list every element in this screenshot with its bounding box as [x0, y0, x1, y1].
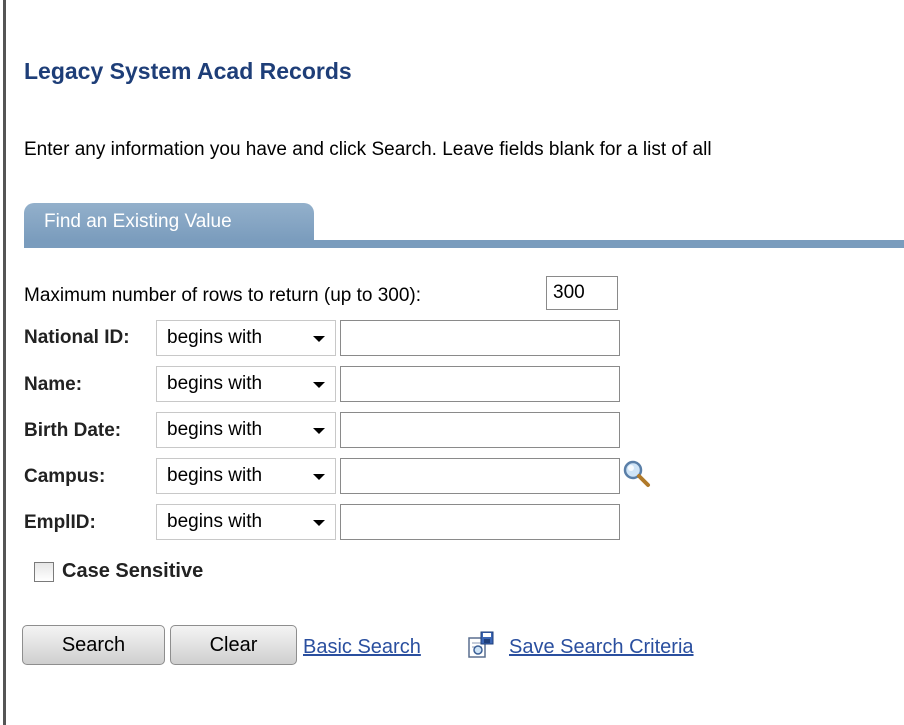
case-sensitive-label: Case Sensitive	[62, 560, 204, 582]
case-sensitive-checkbox[interactable]	[34, 562, 54, 582]
national-id-label: National ID:	[24, 327, 130, 348]
name-label: Name:	[24, 374, 83, 395]
page-title: Legacy System Acad Records	[24, 58, 352, 84]
campus-operator-value: begins with	[167, 465, 263, 486]
basic-search-link[interactable]: Basic Search	[303, 636, 421, 659]
chevron-down-icon	[313, 336, 325, 342]
national-id-input[interactable]	[340, 320, 620, 356]
national-id-operator-value: begins with	[167, 327, 263, 348]
search-button[interactable]: Search	[22, 625, 165, 665]
tab-underline	[24, 240, 904, 248]
emplid-input[interactable]	[340, 504, 620, 540]
max-rows-input[interactable]	[546, 276, 618, 310]
save-search-criteria-link[interactable]: Save Search Criteria	[509, 636, 694, 659]
birth-date-label: Birth Date:	[24, 420, 122, 441]
name-input[interactable]	[340, 366, 620, 402]
tab-find-existing-value[interactable]: Find an Existing Value	[24, 203, 314, 241]
chevron-down-icon	[313, 428, 325, 434]
chevron-down-icon	[313, 520, 325, 526]
emplid-operator-value: begins with	[167, 511, 263, 532]
birth-date-operator-select[interactable]: begins with	[156, 412, 336, 448]
campus-operator-select[interactable]: begins with	[156, 458, 336, 494]
birth-date-input[interactable]	[340, 412, 620, 448]
max-rows-label: Maximum number of rows to return (up to …	[24, 285, 422, 306]
magnifier-lookup-icon[interactable]	[621, 458, 651, 488]
save-search-criteria-icon[interactable]	[466, 630, 496, 660]
chevron-down-icon	[313, 382, 325, 388]
campus-input[interactable]	[340, 458, 620, 494]
search-instructions: Enter any information you have and click…	[24, 139, 712, 160]
national-id-operator-select[interactable]: begins with	[156, 320, 336, 356]
name-operator-value: begins with	[167, 373, 263, 394]
name-operator-select[interactable]: begins with	[156, 366, 336, 402]
chevron-down-icon	[313, 474, 325, 480]
emplid-operator-select[interactable]: begins with	[156, 504, 336, 540]
left-border-rule	[3, 0, 6, 725]
birth-date-operator-value: begins with	[167, 419, 263, 440]
clear-button[interactable]: Clear	[170, 625, 297, 665]
campus-label: Campus:	[24, 466, 106, 487]
emplid-label: EmplID:	[24, 512, 96, 533]
search-page: Legacy System Acad Records Enter any inf…	[0, 0, 904, 725]
